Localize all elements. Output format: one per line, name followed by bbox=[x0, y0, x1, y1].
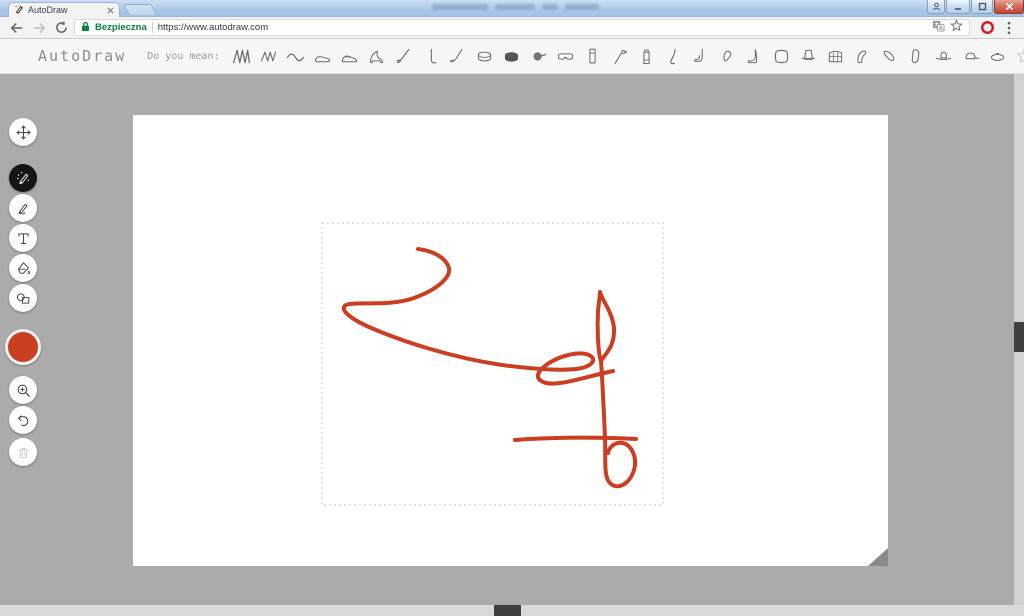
security-label[interactable]: Bezpieczna bbox=[95, 22, 147, 33]
suggestion-high-heel-icon[interactable] bbox=[363, 44, 390, 68]
window-controls bbox=[926, 0, 1024, 14]
close-window-button[interactable] bbox=[994, 0, 1024, 14]
suggestion-beret-icon[interactable] bbox=[984, 44, 1011, 68]
text-icon bbox=[15, 230, 32, 247]
url-text[interactable]: https://www.autodraw.com bbox=[158, 22, 927, 33]
suggestion-strip bbox=[228, 44, 1024, 68]
do-you-mean-label: Do you mean: bbox=[147, 51, 219, 62]
sketch-stroke bbox=[344, 249, 613, 384]
sketch-stroke bbox=[598, 292, 614, 361]
pencil-icon bbox=[15, 200, 32, 217]
undo-arrow-icon bbox=[15, 412, 32, 429]
shapes-tool-button[interactable] bbox=[9, 284, 37, 312]
fill-icon bbox=[15, 260, 32, 277]
background-window-title bbox=[432, 4, 599, 11]
trash-icon bbox=[15, 444, 32, 461]
suggestion-loafer-icon[interactable] bbox=[309, 44, 336, 68]
suggestion-leg-icon[interactable] bbox=[660, 44, 687, 68]
suggestion-hockey-puck-icon[interactable] bbox=[471, 44, 498, 68]
suggestion-watch-icon[interactable] bbox=[525, 44, 552, 68]
reload-button[interactable] bbox=[50, 19, 72, 37]
suggestion-zigzag-icon[interactable] bbox=[255, 44, 282, 68]
suggestion-golf-flag-icon[interactable] bbox=[606, 44, 633, 68]
sketch-stroke bbox=[515, 438, 636, 440]
zoom-tool-button[interactable] bbox=[9, 376, 37, 404]
horizontal-scrollbar[interactable] bbox=[0, 605, 1024, 616]
horizontal-scrollbar-thumb[interactable] bbox=[494, 605, 521, 616]
bookmark-star-icon[interactable] bbox=[950, 19, 963, 37]
select-tool-button[interactable] bbox=[9, 118, 37, 146]
suggestion-putter-icon[interactable] bbox=[444, 44, 471, 68]
undo-tool-button[interactable] bbox=[9, 406, 37, 434]
autodraw-topbar: AutoDraw Do you mean: bbox=[0, 39, 1024, 74]
suggestion-elbow-icon[interactable] bbox=[876, 44, 903, 68]
suggestion-cap-icon[interactable] bbox=[957, 44, 984, 68]
suggestion-battery-icon[interactable] bbox=[633, 44, 660, 68]
drawing-canvas[interactable] bbox=[133, 115, 888, 566]
vertical-scrollbar[interactable] bbox=[1014, 74, 1024, 605]
magic-pencil-icon bbox=[15, 170, 32, 187]
shapes-icon bbox=[15, 290, 32, 307]
draw-tool-button[interactable] bbox=[9, 194, 37, 222]
suggestion-sneaker-icon[interactable] bbox=[336, 44, 363, 68]
new-tab-button[interactable] bbox=[123, 4, 156, 15]
suggestion-sun-hat-icon[interactable] bbox=[930, 44, 957, 68]
omnibox-divider bbox=[152, 22, 153, 33]
secure-lock-icon[interactable] bbox=[81, 19, 90, 37]
suggestion-arm-icon[interactable] bbox=[849, 44, 876, 68]
suggestion-star-faded-icon[interactable] bbox=[1011, 44, 1024, 68]
delete-tool-button[interactable] bbox=[9, 438, 37, 466]
forward-button[interactable] bbox=[28, 19, 50, 37]
profile-button[interactable] bbox=[927, 0, 945, 14]
suggestion-bucket-hat-icon[interactable] bbox=[795, 44, 822, 68]
suggestion-foot-icon[interactable] bbox=[687, 44, 714, 68]
suggestion-marshmallow-icon[interactable] bbox=[768, 44, 795, 68]
vertical-scrollbar-thumb[interactable] bbox=[1014, 322, 1024, 352]
maximize-button[interactable] bbox=[971, 0, 993, 14]
browser-tab[interactable]: AutoDraw bbox=[8, 2, 120, 17]
translate-icon[interactable] bbox=[932, 19, 945, 37]
suggestion-golf-club-icon[interactable] bbox=[390, 44, 417, 68]
opera-extension-icon[interactable] bbox=[976, 19, 998, 37]
back-button[interactable] bbox=[6, 19, 28, 37]
autodraw-tool-button[interactable] bbox=[9, 164, 37, 192]
suggestion-hockey-puck-filled-icon[interactable] bbox=[498, 44, 525, 68]
suggestion-scribble-icon[interactable] bbox=[228, 44, 255, 68]
fill-tool-button[interactable] bbox=[9, 254, 37, 282]
magnifier-icon bbox=[15, 382, 32, 399]
suggestion-goggles-icon[interactable] bbox=[552, 44, 579, 68]
browser-navbar: Bezpieczna https://www.autodraw.com bbox=[0, 17, 1024, 39]
suggestion-wave-icon[interactable] bbox=[282, 44, 309, 68]
minimize-button[interactable] bbox=[946, 0, 970, 14]
address-bar[interactable]: Bezpieczna https://www.autodraw.com bbox=[74, 19, 970, 36]
suggestion-hockey-stick-icon[interactable] bbox=[417, 44, 444, 68]
suggestion-capsule-icon[interactable] bbox=[579, 44, 606, 68]
autodraw-logo: AutoDraw bbox=[38, 47, 126, 65]
tab-title: AutoDraw bbox=[28, 5, 103, 15]
suggestion-basket-icon[interactable] bbox=[822, 44, 849, 68]
type-tool-button[interactable] bbox=[9, 224, 37, 252]
sketch-layer bbox=[133, 115, 888, 566]
move-icon bbox=[15, 124, 32, 141]
color-tool-button[interactable] bbox=[5, 329, 41, 365]
suggestion-boot-icon[interactable] bbox=[741, 44, 768, 68]
sketch-stroke bbox=[601, 361, 635, 486]
suggestion-toe-icon[interactable] bbox=[714, 44, 741, 68]
suggestion-shoe-sole-icon[interactable] bbox=[903, 44, 930, 68]
canvas-resize-handle bbox=[868, 548, 888, 566]
menu-icon[interactable] bbox=[998, 19, 1020, 37]
